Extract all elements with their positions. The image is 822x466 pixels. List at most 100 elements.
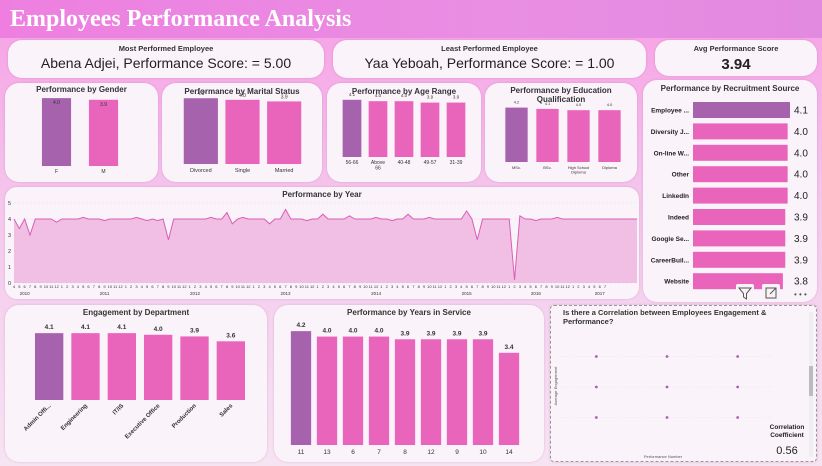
x-tick-label: 5 <box>82 284 85 289</box>
x-tick-label: 3 <box>327 284 330 289</box>
category-label: Website <box>664 279 689 286</box>
x-tick-label: 12 <box>374 284 379 289</box>
coefficient-label: Coefficient <box>770 432 804 439</box>
x-tick-label: 1 <box>61 284 64 289</box>
data-label: 4.0 <box>348 328 357 335</box>
least-performed-value: Yaa Yeboah, Performance Score: = 1.00 <box>364 55 615 71</box>
bar <box>41 98 72 166</box>
x-tick-label: 2 <box>513 284 516 289</box>
x-tick-label: 10 <box>555 284 560 289</box>
x-tick-label: 1 <box>508 284 511 289</box>
department-chart: 4.1 Admin Offi... 4.1 Engineering 4.1 IT/IS 4.… <box>23 324 246 441</box>
category-label: Google Se... <box>651 236 689 243</box>
category-label: Single <box>235 168 250 174</box>
x-tick-label: 5 <box>465 284 468 289</box>
category-label: 10 <box>479 449 487 456</box>
education-chart: 4.2MSc.4.1BSc.4.0High SchoolDiploma4.0Di… <box>505 100 621 174</box>
data-label: 4.0 <box>794 170 808 181</box>
bar <box>183 98 218 164</box>
x-tick-label: 8 <box>418 284 421 289</box>
y-tick-label: 2 <box>8 249 11 255</box>
x-tick-label: 6 <box>279 284 282 289</box>
x-tick-label: 8 <box>34 284 37 289</box>
data-label: 3.9 <box>478 330 487 337</box>
gender-chart-card[interactable]: Performance by Gender 4.0 F 3.9 M <box>5 83 158 182</box>
year-label: 2015 <box>462 291 473 296</box>
bar <box>88 99 119 166</box>
x-tick-label: 10 <box>299 284 304 289</box>
bar <box>446 102 466 157</box>
x-tick-label: 9 <box>167 284 170 289</box>
category-label: Engineering <box>60 403 89 432</box>
focus-mode-icon[interactable] <box>762 284 780 302</box>
filter-icon[interactable] <box>736 284 754 302</box>
header-bar: Employees Performance Analysis <box>0 0 822 38</box>
scrollbar-thumb <box>809 366 813 396</box>
department-chart-card[interactable]: Engagement by Department 4.1 Admin Offi..… <box>5 305 267 462</box>
service-chart-card[interactable]: Performance by Years in Service 4.2 11 4.0… <box>274 305 544 462</box>
x-tick-label: 8 <box>354 284 357 289</box>
category-label: Diversity J... <box>651 129 689 136</box>
x-tick-label: 9 <box>40 284 43 289</box>
x-tick-label: 8 <box>226 284 229 289</box>
x-tick-label: 5 <box>338 284 341 289</box>
year-label: 2010 <box>20 291 31 296</box>
x-tick-label: 1 <box>252 284 255 289</box>
x-tick-label: 4 <box>332 284 335 289</box>
x-tick-label: 1 <box>189 284 192 289</box>
more-options-icon[interactable]: • • • <box>794 290 807 299</box>
x-tick-label: 9 <box>487 284 490 289</box>
coefficient-label: Correlation <box>770 424 805 431</box>
x-tick-label: 11 <box>241 284 246 289</box>
least-performed-card[interactable]: Least Performed Employee Yaa Yeboah, Per… <box>333 40 646 78</box>
category-label: 8 <box>403 449 407 456</box>
y-tick-label: 3 <box>8 233 11 239</box>
x-tick-label: 5 <box>402 284 405 289</box>
category-label: IT/IS <box>112 403 125 416</box>
bar <box>567 110 590 162</box>
year-chart-card[interactable]: Performance by Year 0 1 2 3 4 5 4 5 6 7 8 9 10 11 12 1 2… <box>5 187 639 299</box>
age-chart-card[interactable]: Performance by Age Range 4.1 56-66 4.0 Abov… <box>327 83 481 182</box>
bar <box>180 336 209 400</box>
year-label: 2017 <box>595 291 606 296</box>
bar <box>143 334 173 400</box>
bar <box>693 187 788 204</box>
x-tick-label: 4 <box>268 284 271 289</box>
category-label: 12 <box>427 449 435 456</box>
data-label: 4.0 <box>607 102 613 107</box>
y-tick-label: 5 <box>8 201 11 207</box>
data-label: 3.9 <box>794 234 808 245</box>
x-tick-label: 2 <box>577 284 580 289</box>
bar <box>693 123 788 140</box>
year-chart: 0123454 5 6 7 8 9 10 11 12 1 2 3 4 5 6 7 8 9 10 11 12 1 2 3 4 5 6 7… <box>8 201 637 296</box>
bar <box>693 166 788 183</box>
scatter-point <box>665 355 669 358</box>
bar <box>693 144 788 161</box>
x-tick-label: 6 <box>87 284 90 289</box>
x-tick-label: 4 <box>77 284 80 289</box>
avg-score-card[interactable]: Avg Performance Score 3.94 <box>655 40 817 76</box>
data-label: 3.9 <box>190 327 199 334</box>
x-tick-label: 8 <box>481 284 484 289</box>
data-label: 4.0 <box>794 191 808 202</box>
recruitment-chart-card[interactable]: Performance by Recruitment Source Employ… <box>643 80 817 302</box>
category-label: Sales <box>219 403 235 419</box>
year-label: 2012 <box>190 291 201 296</box>
page-title: Employees Performance Analysis <box>10 6 352 32</box>
category-label: 11 <box>298 449 305 456</box>
bar <box>505 107 528 162</box>
y-tick-label: 4 <box>8 217 11 223</box>
category-label: BSc. <box>543 165 551 170</box>
x-tick-label: 7 <box>412 284 415 289</box>
data-label: 4.1 <box>794 106 808 117</box>
x-tick-label: 8 <box>98 284 101 289</box>
category-label: Executive Office <box>124 403 162 441</box>
scatter-point <box>665 416 669 419</box>
category-label: LinkedIn <box>662 193 689 200</box>
marital-chart-card[interactable]: Performance by Marital Status 4.1 Divorce… <box>162 83 322 182</box>
x-tick-label: 7 <box>221 284 224 289</box>
most-performed-card[interactable]: Most Performed Employee Abena Adjei, Per… <box>8 40 324 78</box>
x-tick-label: 7 <box>540 284 543 289</box>
correlation-chart-card[interactable]: Is there a Correlation between Employees… <box>550 305 817 462</box>
education-chart-card[interactable]: Performance by Education Qualification 4… <box>485 83 637 182</box>
